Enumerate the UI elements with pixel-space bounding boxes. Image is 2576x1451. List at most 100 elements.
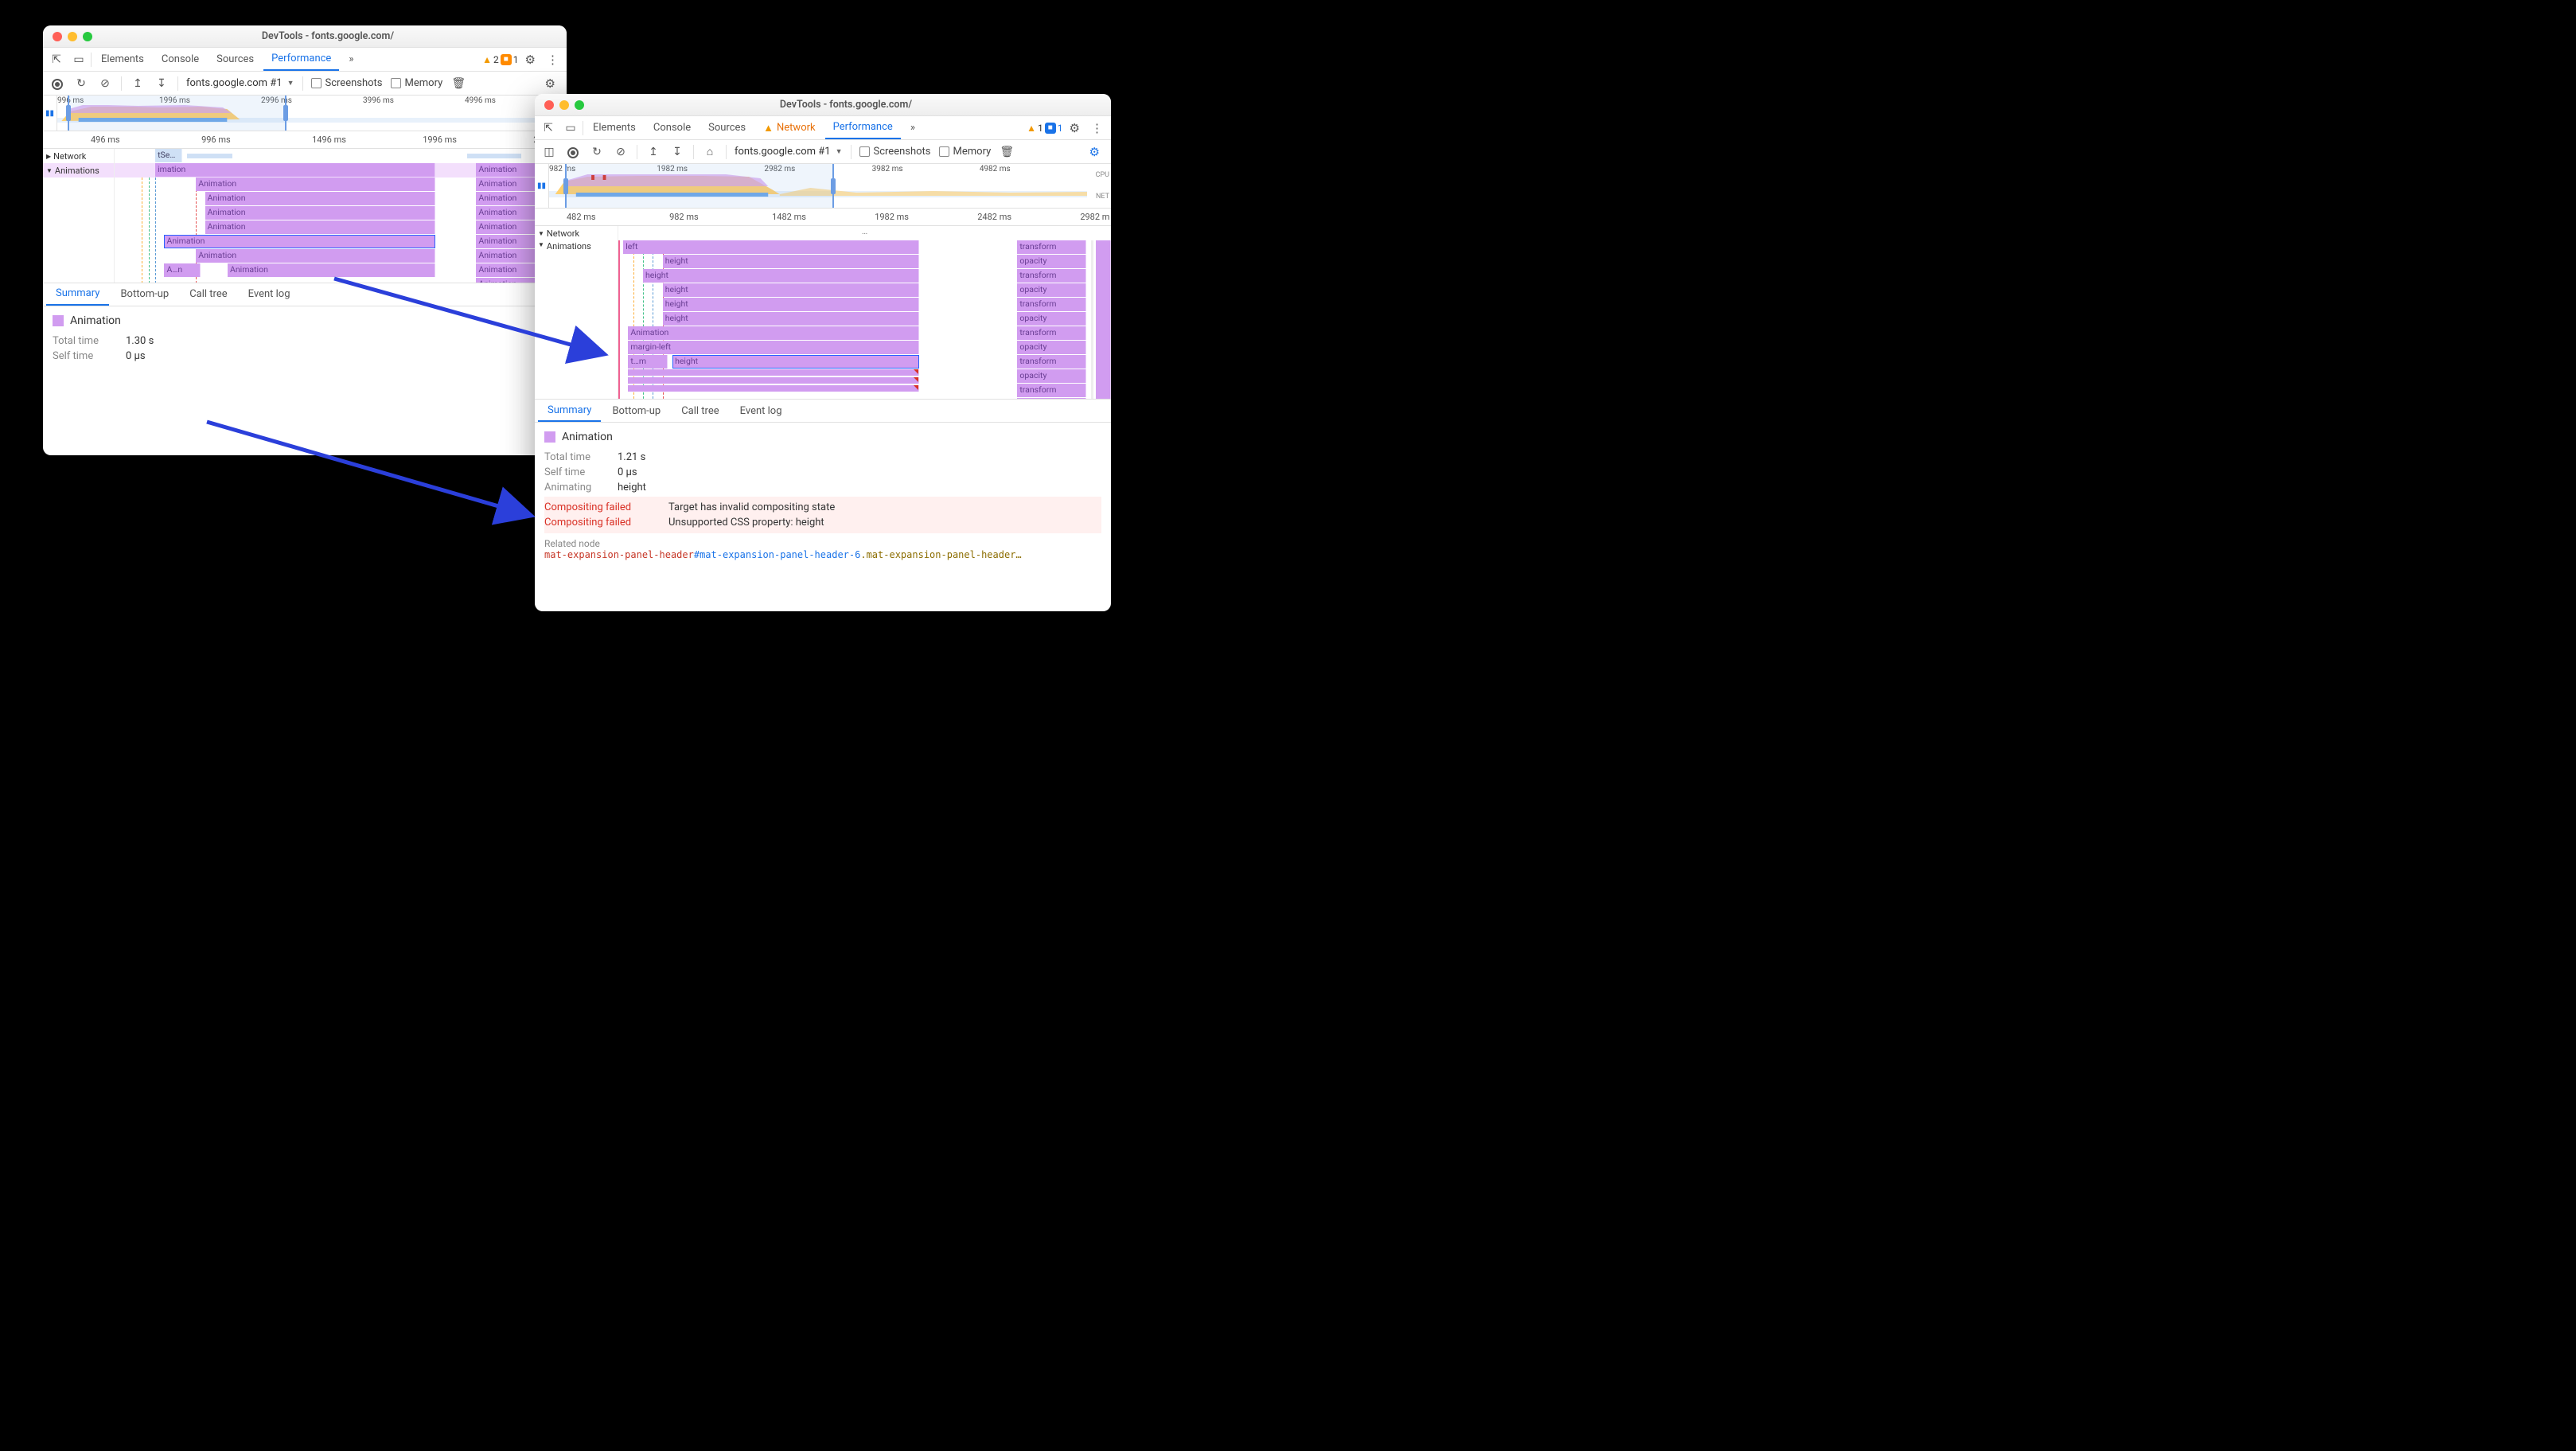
network-entry[interactable]: tSe… [155,149,182,162]
overview-strip[interactable]: ▮▮ 996 ms 1996 ms 2996 ms 3996 ms 4996 m… [43,96,567,131]
overview-strip[interactable]: ▮▮ 982 ms 1982 ms 2982 ms 3982 ms 4982 m… [535,164,1111,209]
kebab-icon[interactable]: ⋮ [542,53,563,67]
flame-entry[interactable]: Animation [628,326,918,340]
flame-entry[interactable]: left [623,240,918,254]
gc-icon[interactable]: 🗑 [999,146,1015,158]
flame-entry[interactable]: transform [1017,240,1086,254]
memory-checkbox[interactable]: Memory [391,77,443,89]
close-icon[interactable] [544,100,554,110]
viewport-handle-right[interactable] [831,178,836,194]
tabs-overflow[interactable]: » [341,48,361,71]
flame-chart[interactable]: ▶Network tSe… ▼Animations imation Animat… [43,149,567,283]
animations-track-label[interactable]: ▼Animations [43,163,115,177]
flame-entry[interactable]: A…n [164,263,200,277]
dock-icon[interactable]: ◫ [541,146,557,158]
gc-icon[interactable]: 🗑 [450,77,466,90]
device-toolbar-icon[interactable]: ▭ [560,122,581,135]
perf-settings-icon[interactable]: ⚙ [1085,145,1105,159]
settings-icon[interactable]: ⚙ [520,53,540,67]
tabs-overflow[interactable]: » [902,116,923,139]
settings-icon[interactable]: ⚙ [1065,121,1085,135]
flame-entry[interactable]: t…m [628,355,668,369]
detail-tab-bottomup[interactable]: Bottom-up [602,400,670,422]
viewport-handle-left[interactable] [66,105,71,121]
clear-button[interactable]: ⊘ [97,77,113,90]
tab-sources[interactable]: Sources [208,48,262,71]
time-ruler[interactable]: 482 ms 982 ms 1482 ms 1982 ms 2482 ms 29… [535,209,1111,226]
flame-entry[interactable]: height [663,312,919,326]
record-button[interactable] [565,146,581,158]
pause-icon[interactable]: ▮▮ [535,164,549,208]
upload-icon[interactable]: ↥ [645,146,661,158]
time-ruler[interactable]: 496 ms 996 ms 1496 ms 1996 ms 2496 [43,131,567,149]
home-icon[interactable]: ⌂ [702,145,718,158]
issues-warn-badge[interactable]: ▲2 [482,54,499,65]
related-node-path[interactable]: mat-expansion-panel-header#mat-expansion… [544,549,1101,560]
detail-tab-calltree[interactable]: Call tree [672,400,728,422]
flame-entry[interactable]: height [663,255,919,268]
maximize-icon[interactable] [575,100,584,110]
inspect-icon[interactable]: ⇱ [46,53,67,66]
flame-entry-selected[interactable]: Animation [164,235,435,248]
message-badge[interactable]: ■1 [501,54,519,65]
flame-entry[interactable]: opacity [1017,312,1086,326]
close-icon[interactable] [53,32,62,41]
flame-entry[interactable]: opacity [1017,341,1086,354]
message-badge[interactable]: ■1 [1045,123,1063,134]
tab-console[interactable]: Console [154,48,207,71]
flame-entry[interactable]: transform [1017,298,1086,311]
issues-warn-badge[interactable]: ▲1 [1027,123,1043,134]
flame-entry[interactable]: transform [1017,355,1086,369]
screenshots-checkbox[interactable]: Screenshots [859,146,931,158]
detail-tab-summary[interactable]: Summary [538,400,601,422]
flame-entry[interactable]: transform [1017,326,1086,340]
flame-entry[interactable]: Animation [196,177,435,191]
reload-record-button[interactable]: ↻ [73,77,89,90]
perf-settings-icon[interactable]: ⚙ [540,76,560,91]
memory-checkbox[interactable]: Memory [939,146,992,158]
tab-elements[interactable]: Elements [585,116,644,139]
flame-entry[interactable]: margin-left [628,341,918,354]
flame-chart[interactable]: ▼Network … ▼Animations left height heigh… [535,226,1111,399]
minimize-icon[interactable] [68,32,77,41]
screenshots-checkbox[interactable]: Screenshots [311,77,383,89]
flame-entry[interactable]: opacity [1017,255,1086,268]
download-icon[interactable]: ↧ [669,146,685,158]
tab-console[interactable]: Console [645,116,699,139]
flame-entry[interactable]: Animation [205,206,436,220]
flame-entry[interactable]: height [663,283,919,297]
flame-entry[interactable]: Animation [205,220,436,234]
detail-tab-summary[interactable]: Summary [46,283,109,306]
tab-network[interactable]: ▲Network [755,116,823,139]
tab-sources[interactable]: Sources [700,116,754,139]
viewport-handle-right[interactable] [283,105,288,121]
detail-tab-calltree[interactable]: Call tree [180,283,236,306]
minimize-icon[interactable] [559,100,569,110]
tab-performance[interactable]: Performance [263,48,339,71]
pause-icon[interactable]: ▮▮ [43,96,57,131]
inspect-icon[interactable]: ⇱ [538,122,559,135]
flame-entry[interactable]: Animation [196,249,435,263]
flame-entry[interactable]: Animation [228,263,435,277]
animations-track-label[interactable]: ▼Animations [535,240,618,399]
maximize-icon[interactable] [83,32,92,41]
record-button[interactable] [49,77,65,90]
kebab-icon[interactable]: ⋮ [1086,121,1108,135]
reload-record-button[interactable]: ↻ [589,146,605,158]
flame-entry[interactable]: height [663,298,919,311]
upload-icon[interactable]: ↥ [130,77,146,90]
clear-button[interactable]: ⊘ [613,146,629,158]
viewport-handle-left[interactable] [563,178,568,194]
detail-tab-bottomup[interactable]: Bottom-up [111,283,178,306]
flame-entry[interactable]: opacity [1017,283,1086,297]
device-toolbar-icon[interactable]: ▭ [68,53,89,66]
tab-elements[interactable]: Elements [93,48,152,71]
detail-tab-eventlog[interactable]: Event log [239,283,300,306]
flame-entry[interactable]: opacity [1017,369,1086,383]
flame-entry[interactable] [1096,240,1111,399]
flame-entry[interactable]: transform [1017,269,1086,283]
overview-viewport[interactable] [68,96,286,131]
session-select[interactable]: fonts.google.com #1▼ [735,146,843,158]
overview-viewport[interactable] [565,164,834,208]
flame-entry-selected[interactable]: height [672,355,919,369]
